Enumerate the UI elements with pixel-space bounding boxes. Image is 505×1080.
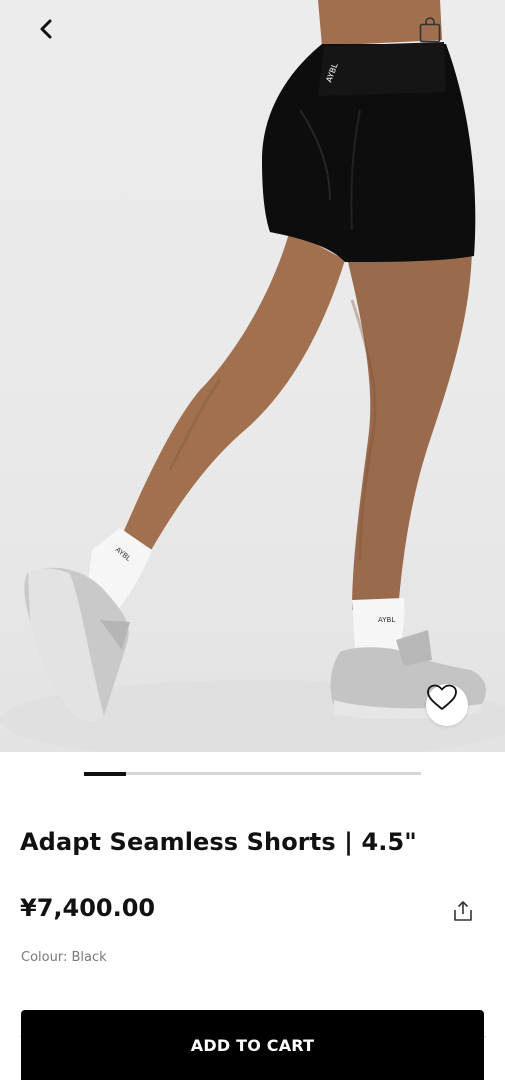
wishlist-button[interactable]	[426, 684, 468, 726]
product-price: ¥7,400.00	[20, 894, 156, 922]
colour-label: Colour: Black	[21, 950, 107, 965]
add-to-cart-button[interactable]: ADD TO CART	[21, 1010, 484, 1080]
cart-button[interactable]	[418, 16, 450, 52]
product-title: Adapt Seamless Shorts | 4.5"	[20, 828, 417, 856]
product-photo: AYBL AYBL AYBL	[0, 0, 505, 752]
heart-outline-icon	[427, 684, 457, 710]
shopping-bag-icon	[419, 17, 441, 43]
chevron-left-icon	[40, 19, 52, 39]
product-image-gallery[interactable]: AYBL AYBL AYBL	[0, 0, 505, 752]
gallery-pager[interactable]	[84, 771, 421, 776]
svg-text:AYBL: AYBL	[378, 616, 395, 624]
gallery-pager-active-indicator	[84, 771, 127, 776]
share-icon	[454, 901, 472, 921]
share-button[interactable]	[448, 896, 478, 926]
back-button[interactable]	[38, 18, 74, 50]
